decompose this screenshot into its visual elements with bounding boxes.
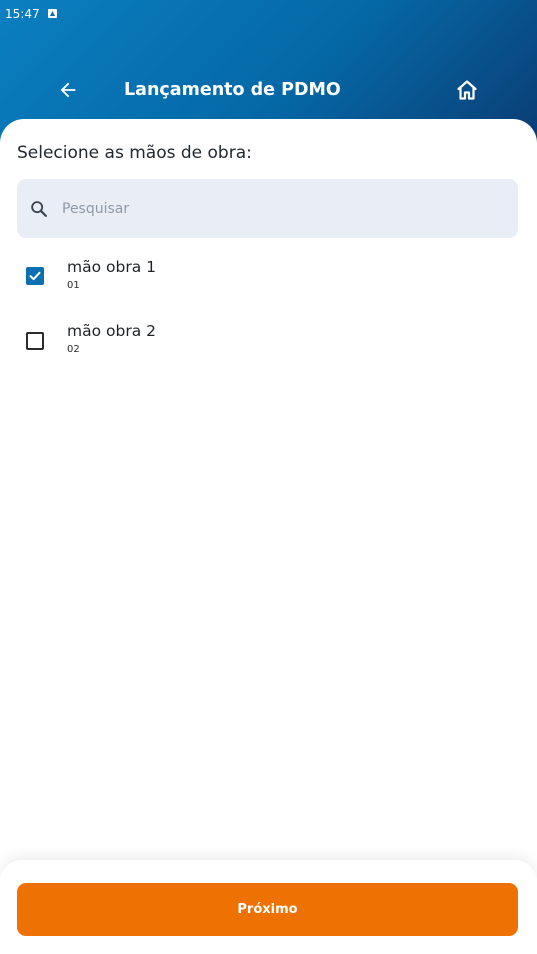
item-name: mão obra 1 <box>67 258 156 276</box>
checkbox-checked[interactable] <box>26 267 44 285</box>
item-name: mão obra 2 <box>67 322 156 340</box>
search-icon <box>31 201 47 217</box>
instruction-label: Selecione as mãos de obra: <box>17 143 252 163</box>
home-icon <box>457 80 477 100</box>
list-item-mao-obra-2[interactable]: mão obra 2 02 <box>0 320 537 380</box>
home-button[interactable] <box>449 72 485 108</box>
list-item-mao-obra-1[interactable]: mão obra 1 01 <box>0 256 537 316</box>
content-panel: Selecione as mãos de obra: mão obra 1 01… <box>0 119 537 954</box>
checkbox-unchecked[interactable] <box>26 332 44 350</box>
arrow-left-icon <box>60 82 76 98</box>
search-field[interactable] <box>17 179 518 238</box>
status-time: 15:47 <box>5 7 40 21</box>
notification-icon <box>48 9 57 18</box>
search-input[interactable] <box>60 196 494 222</box>
check-icon <box>29 271 41 281</box>
next-button[interactable]: Próximo <box>17 883 518 936</box>
page-title: Lançamento de PDMO <box>124 80 341 100</box>
item-code: 02 <box>67 344 80 355</box>
footer-bar: Próximo <box>0 860 537 954</box>
back-button[interactable] <box>50 72 86 108</box>
status-bar: 15:47 <box>0 0 537 28</box>
item-code: 01 <box>67 280 80 291</box>
